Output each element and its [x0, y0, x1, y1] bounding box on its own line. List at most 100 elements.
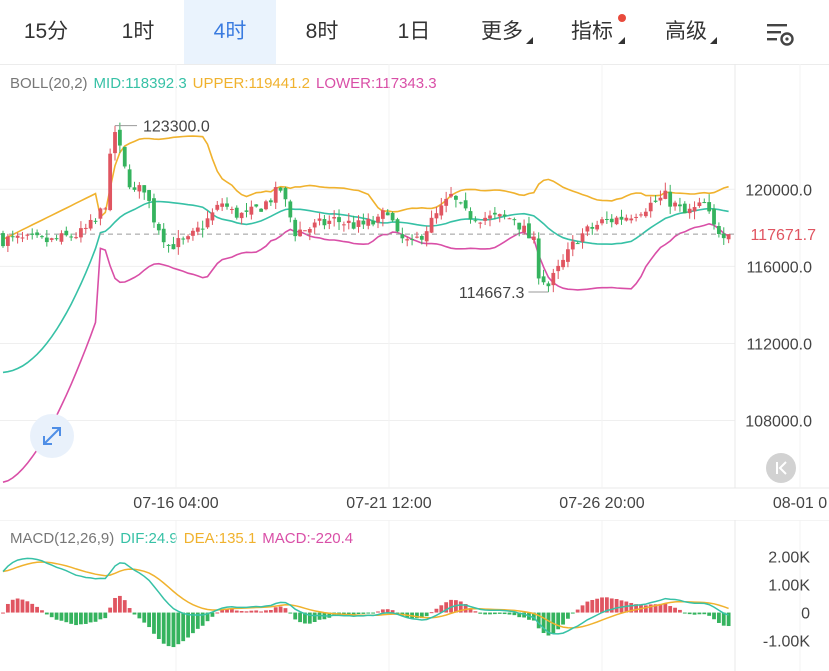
macd-histogram-bar — [673, 607, 677, 613]
candle-body — [5, 236, 10, 246]
candle-body — [580, 233, 585, 242]
price-x-tick-label: 07-16 04:00 — [133, 495, 219, 512]
macd-histogram-bar — [371, 612, 376, 614]
macd-histogram-bar — [566, 612, 570, 619]
macd-histogram-bar — [215, 612, 220, 614]
macd-histogram-bar — [83, 612, 88, 624]
expand-icon[interactable] — [30, 414, 74, 458]
candle-body — [604, 218, 609, 220]
candle-body — [429, 217, 434, 233]
macd-histogram-bar — [590, 599, 595, 613]
candle-body — [322, 219, 327, 226]
price-x-tick-label: 08-01 0 — [773, 495, 827, 512]
price-x-tick-label: 07-26 20:00 — [559, 495, 645, 512]
macd-y-tick-label: 1.00K — [768, 578, 810, 595]
candle-body — [380, 210, 385, 219]
candle-body — [220, 203, 225, 207]
macd-histogram-bar — [49, 612, 54, 618]
candle-body — [69, 236, 74, 238]
macd-histogram-bar — [113, 597, 117, 613]
macd-histogram-bar — [88, 612, 93, 623]
back-to-latest-icon[interactable] — [766, 453, 796, 483]
candle-body — [259, 208, 264, 212]
candle-body — [527, 223, 531, 239]
candle-body — [181, 238, 186, 240]
candle-body — [410, 238, 414, 240]
candle-body — [142, 185, 147, 193]
macd-histogram-bar — [44, 612, 49, 615]
candle-body — [726, 234, 731, 240]
macd-histogram-bar — [434, 608, 439, 613]
price-y-tick-label: 116000.0 — [746, 259, 812, 276]
candle-body — [468, 211, 473, 220]
candle-body — [424, 231, 429, 242]
price-y-tick-label: 108000.0 — [745, 414, 812, 431]
macd-histogram-bar — [575, 609, 580, 613]
macd-histogram-bar — [59, 612, 64, 621]
macd-histogram-bar — [132, 612, 137, 615]
macd-y-tick-label: 0 — [801, 606, 810, 623]
boll-mid-line — [2, 200, 729, 374]
candle-body — [127, 169, 132, 188]
candle-body — [307, 228, 312, 233]
candle-body — [478, 222, 483, 224]
macd-histogram-bar — [20, 599, 25, 613]
candle-body — [624, 217, 629, 221]
candle-body — [137, 185, 142, 192]
price-chart[interactable]: 120000.0 116000.0 112000.0 108000.0 07-16 04… — [0, 0, 829, 520]
candle-body — [356, 220, 361, 227]
candle-body — [229, 209, 234, 211]
candle-body — [668, 191, 673, 207]
macd-histogram-bar — [5, 603, 10, 613]
candle-body — [74, 237, 78, 239]
macd-histogram-bar — [156, 612, 161, 640]
macd-histogram-bar — [614, 599, 619, 613]
macd-histogram-bar — [702, 612, 707, 615]
macd-histogram-bar — [502, 612, 507, 615]
candle-body — [317, 218, 322, 221]
candle-body — [575, 243, 580, 245]
candle-body — [268, 200, 273, 203]
candle-body — [673, 202, 677, 207]
macd-histogram-bar — [186, 612, 190, 638]
candle-body — [171, 244, 176, 250]
candle-body — [205, 218, 210, 228]
candle-body — [614, 217, 619, 225]
macd-histogram-bar — [264, 610, 268, 613]
candle-body — [473, 220, 478, 222]
macd-histogram-bar — [69, 612, 74, 624]
boll-lower-line — [2, 222, 730, 483]
candle-body — [254, 204, 259, 207]
macd-histogram-bar — [293, 612, 298, 620]
macd-histogram-bar — [283, 608, 288, 613]
macd-chart[interactable]: 2.00K 1.00K 0 -1.00K — [0, 520, 829, 671]
macd-histogram-bar — [79, 612, 83, 625]
macd-histogram-bar — [25, 601, 30, 613]
candle-body — [439, 205, 444, 216]
candle-body — [712, 208, 716, 225]
macd-histogram-bar — [497, 612, 502, 614]
candle-body — [639, 214, 643, 216]
candle-body — [361, 220, 366, 225]
candle-body — [687, 208, 692, 214]
candle-body — [98, 208, 103, 219]
macd-histogram-bar — [103, 612, 108, 619]
candle-body — [122, 146, 127, 167]
candle-body — [249, 206, 254, 215]
candle-body — [653, 200, 658, 202]
candle-body — [44, 237, 49, 243]
candle-body — [419, 235, 424, 240]
candle-body — [147, 190, 151, 201]
macd-y-tick-label: -1.00K — [763, 633, 810, 650]
candle-body — [595, 224, 600, 230]
macd-dea-line — [2, 561, 729, 629]
macd-histogram-bar — [585, 601, 590, 613]
candle-body — [342, 224, 346, 226]
candle-body — [1, 233, 5, 247]
macd-histogram-bar — [361, 612, 366, 614]
candle-body — [522, 225, 526, 233]
candle-body — [517, 222, 522, 230]
candle-body — [35, 232, 39, 236]
candle-body — [483, 217, 488, 221]
macd-histogram-bar — [142, 612, 147, 623]
